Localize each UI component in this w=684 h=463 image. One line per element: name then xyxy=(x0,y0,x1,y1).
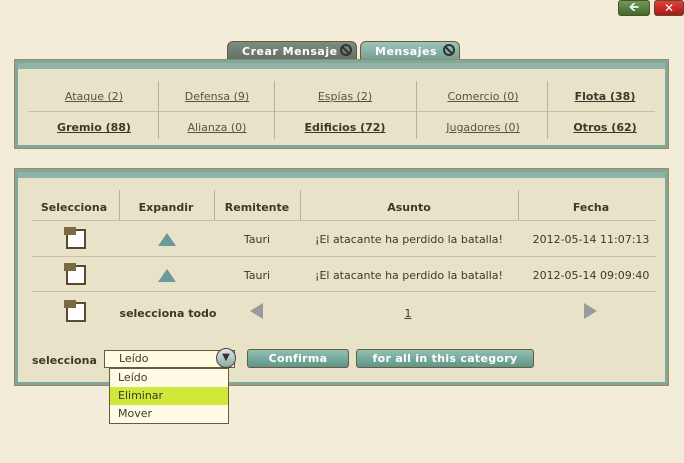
divider xyxy=(300,190,301,220)
header-expandir: Expandir xyxy=(138,201,194,214)
divider xyxy=(119,190,120,220)
row-checkbox[interactable] xyxy=(64,227,86,249)
expand-icon[interactable] xyxy=(158,269,176,282)
category-defensa[interactable]: Defensa (9) xyxy=(162,90,272,103)
category-jugadores[interactable]: Jugadores (0) xyxy=(428,121,538,134)
action-dropdown: Leído Eliminar Mover xyxy=(109,368,229,424)
category-flota[interactable]: Flota (38) xyxy=(550,90,660,103)
row-subject[interactable]: ¡El atacante ha perdido la batalla! xyxy=(300,233,518,246)
header-remitente: Remitente xyxy=(224,201,290,214)
back-button[interactable]: 🡨 xyxy=(618,0,650,16)
dropdown-option-mover[interactable]: Mover xyxy=(110,405,228,423)
categories-panel: Ataque (2) Defensa (9) Espías (2) Comerc… xyxy=(15,60,668,148)
messages-panel: Selecciona Expandir Remitente Asunto Fec… xyxy=(15,169,668,385)
close-button[interactable]: ✕ xyxy=(654,0,684,16)
action-select-label: selecciona xyxy=(32,354,97,367)
page-number-link[interactable]: 1 xyxy=(398,307,418,320)
row-date: 2012-05-14 11:07:13 xyxy=(532,233,650,246)
divider xyxy=(28,111,655,112)
row-sender: Tauri xyxy=(243,233,271,246)
divider xyxy=(518,190,519,220)
header-selecciona: Selecciona xyxy=(40,201,108,214)
header-fecha: Fecha xyxy=(572,201,610,214)
divider xyxy=(214,190,215,220)
row-subject[interactable]: ¡El atacante ha perdido la batalla! xyxy=(300,269,518,282)
divider xyxy=(416,81,417,139)
tab-crear-mensaje[interactable]: Crear Mensaje xyxy=(227,41,357,61)
divider xyxy=(158,81,159,139)
category-edificios[interactable]: Edificios (72) xyxy=(290,121,400,134)
category-alianza[interactable]: Alianza (0) xyxy=(162,121,272,134)
row-date: 2012-05-14 09:09:40 xyxy=(532,269,650,282)
category-otros[interactable]: Otros (62) xyxy=(550,121,660,134)
row-sender: Tauri xyxy=(243,269,271,282)
divider xyxy=(547,81,548,139)
category-gremio[interactable]: Gremio (88) xyxy=(39,121,149,134)
next-page-icon[interactable] xyxy=(584,303,597,319)
prev-page-icon[interactable] xyxy=(250,303,263,319)
panel-band xyxy=(18,172,665,178)
action-select-value: Leído xyxy=(119,352,149,365)
category-espias[interactable]: Espías (2) xyxy=(290,90,400,103)
row-checkbox[interactable] xyxy=(64,263,86,285)
tab-mensajes[interactable]: Mensajes xyxy=(360,41,460,61)
expand-icon[interactable] xyxy=(158,233,176,246)
confirm-label: Confirma xyxy=(268,352,328,365)
confirm-button[interactable]: Confirma xyxy=(247,349,349,368)
ban-icon xyxy=(443,44,455,56)
action-select[interactable]: Leído ▼ xyxy=(104,348,236,368)
chevron-down-icon[interactable]: ▼ xyxy=(216,348,236,368)
category-ataque[interactable]: Ataque (2) xyxy=(39,90,149,103)
panel-band xyxy=(18,63,665,69)
close-icon: ✕ xyxy=(663,1,675,15)
apply-category-label: for all in this category xyxy=(372,352,518,365)
divider xyxy=(32,291,656,292)
divider xyxy=(274,81,275,139)
divider xyxy=(32,220,656,221)
tab-label: Mensajes xyxy=(375,45,437,58)
header-asunto: Asunto xyxy=(387,201,431,214)
select-all-checkbox[interactable] xyxy=(64,300,86,322)
tab-label: Crear Mensaje xyxy=(242,45,338,58)
dropdown-option-eliminar[interactable]: Eliminar xyxy=(110,387,228,405)
ban-icon xyxy=(340,44,352,56)
category-comercio[interactable]: Comercio (0) xyxy=(428,90,538,103)
arrow-left-icon: 🡨 xyxy=(629,0,639,14)
divider xyxy=(32,256,656,257)
select-all-label: selecciona todo xyxy=(119,307,217,320)
dropdown-option-leido[interactable]: Leído xyxy=(110,369,228,387)
apply-category-button[interactable]: for all in this category xyxy=(356,349,534,368)
